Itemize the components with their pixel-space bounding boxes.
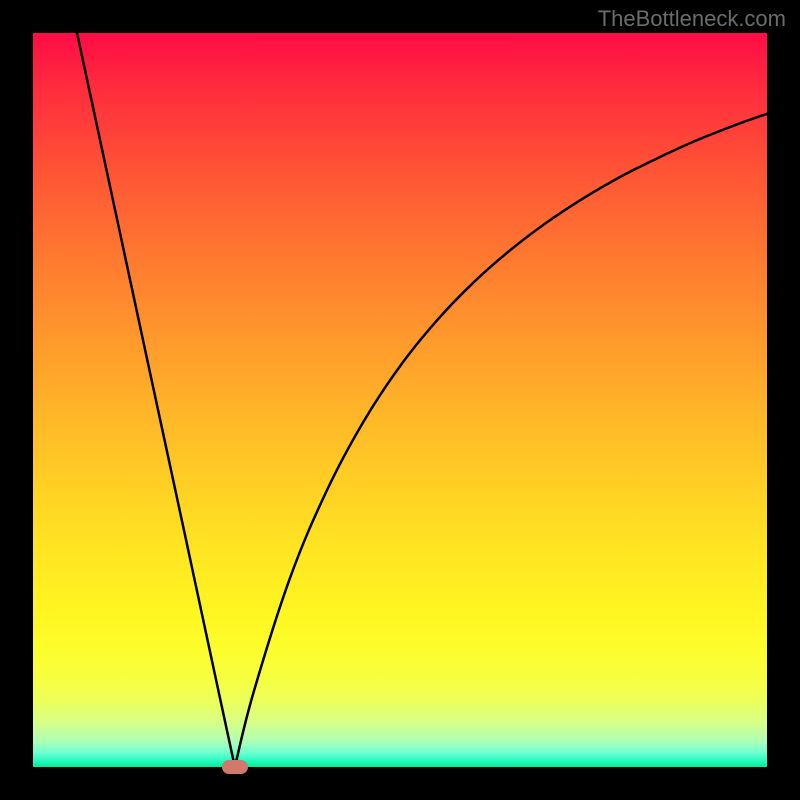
bottleneck-curve xyxy=(33,33,767,767)
chart-frame: TheBottleneck.com xyxy=(0,0,800,800)
plot-area xyxy=(33,33,767,767)
watermark-text: TheBottleneck.com xyxy=(598,6,786,32)
optimal-marker xyxy=(222,760,248,774)
